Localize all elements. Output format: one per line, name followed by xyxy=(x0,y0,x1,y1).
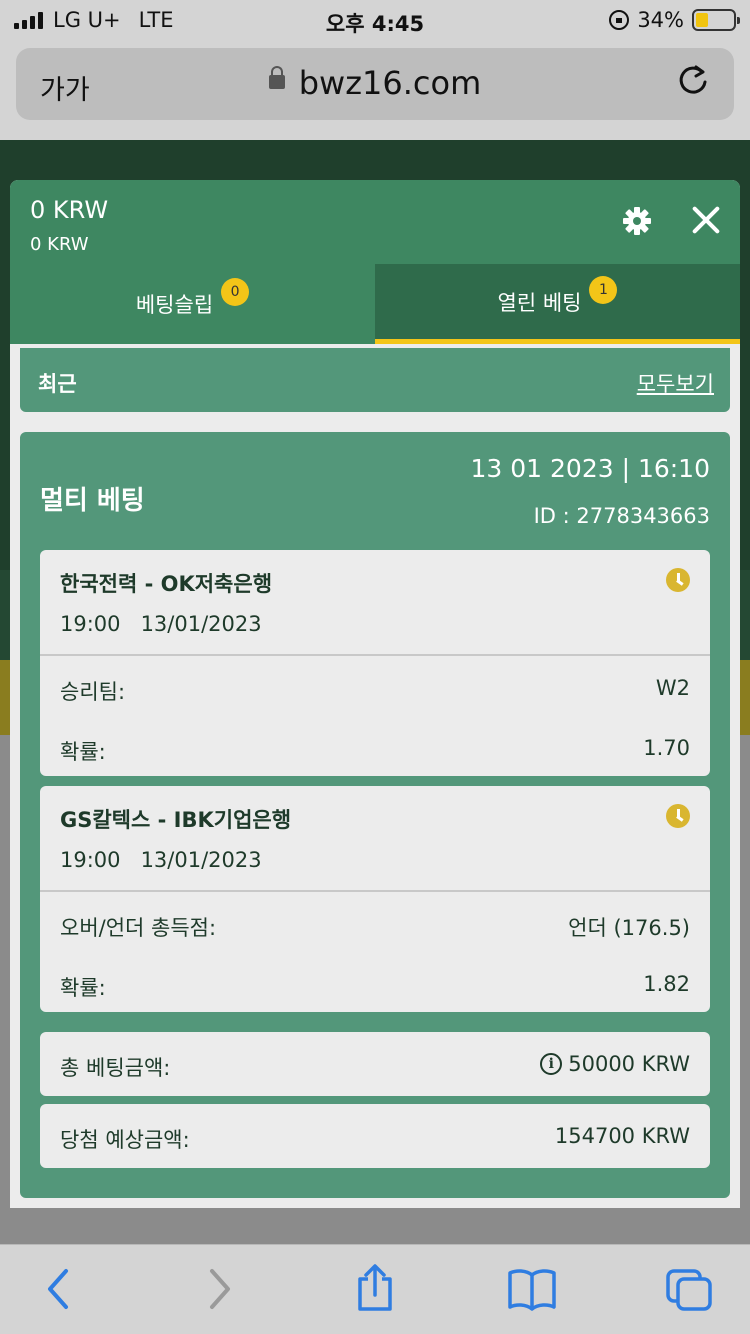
tab-open-bets[interactable]: 열린 베팅 1 xyxy=(375,264,740,344)
bet-card: 멀티 베팅 13 01 2023 | 16:10 ID : 2778343663… xyxy=(20,432,730,1198)
bet-event: GS칼텍스 - IBK기업은행 19:00 13/01/2023 오버/언더 총… xyxy=(40,786,710,1012)
battery-icon xyxy=(692,9,740,31)
browser-toolbar xyxy=(0,1244,750,1334)
status-bar: LG U+ LTE 오후 4:45 34% xyxy=(0,0,750,40)
odds-label: 확률: xyxy=(60,740,106,764)
balance-main: 0 KRW xyxy=(30,196,109,224)
reload-icon[interactable] xyxy=(674,62,712,104)
open-bets-panel: 최근 모두보기 멀티 베팅 13 01 2023 | 16:10 ID : 27… xyxy=(10,344,740,1208)
market-label: 오버/언더 총득점: xyxy=(60,916,217,940)
tabs-icon[interactable] xyxy=(664,1267,714,1317)
clock-icon xyxy=(666,568,690,592)
odds-value: 1.82 xyxy=(643,972,690,996)
bet-event: 한국전력 - OK저축은행 19:00 13/01/2023 승리팀: W2 확… xyxy=(40,550,710,776)
gear-icon[interactable] xyxy=(622,206,652,240)
close-icon[interactable] xyxy=(690,204,722,236)
info-icon[interactable]: i xyxy=(540,1053,563,1075)
total-stake-row: 총 베팅금액: i 50000 KRW xyxy=(40,1032,710,1096)
browser-address-area: 가가 bwz16.com xyxy=(0,40,750,140)
tab-betslip-count: 0 xyxy=(221,278,250,306)
potential-win-value: 154700 KRW xyxy=(554,1124,690,1148)
rotation-lock-icon xyxy=(609,10,630,30)
tab-betslip-label: 베팅슬립 xyxy=(135,293,214,317)
event-date: 13/01/2023 xyxy=(140,848,262,872)
betslip-modal: 0 KRW 0 KRW 베팅슬립 0 열린 베팅 1 최근 모두보기 멀티 베팅… xyxy=(10,180,740,1208)
betslip-header: 0 KRW 0 KRW xyxy=(10,180,740,264)
recent-bar: 최근 모두보기 xyxy=(20,348,730,412)
tab-betslip[interactable]: 베팅슬립 0 xyxy=(10,264,375,344)
view-all-link[interactable]: 모두보기 xyxy=(637,368,714,398)
odds-label: 확률: xyxy=(60,976,106,1000)
address-bar[interactable]: 가가 bwz16.com xyxy=(16,48,734,120)
event-time: 19:00 xyxy=(60,612,121,636)
event-date: 13/01/2023 xyxy=(140,612,262,636)
recent-label: 최근 xyxy=(38,372,77,396)
market-value: W2 xyxy=(655,676,690,700)
lock-icon xyxy=(268,66,285,89)
balance-sub: 0 KRW xyxy=(30,234,89,255)
event-name: GS칼텍스 - IBK기업은행 xyxy=(60,808,292,832)
url-text[interactable]: bwz16.com xyxy=(299,64,482,102)
total-stake-label: 총 베팅금액: xyxy=(60,1056,171,1080)
odds-value: 1.70 xyxy=(643,736,690,760)
event-time: 19:00 xyxy=(60,848,121,872)
bet-datetime: 13 01 2023 | 16:10 xyxy=(470,454,710,483)
book-icon[interactable] xyxy=(506,1267,558,1315)
total-stake-value: 50000 KRW xyxy=(568,1052,690,1076)
tab-open-bets-count: 1 xyxy=(589,275,618,304)
bet-title: 멀티 베팅 xyxy=(40,486,145,516)
divider xyxy=(40,890,710,892)
chevron-right-icon[interactable] xyxy=(204,1267,236,1315)
event-name: 한국전력 - OK저축은행 xyxy=(60,572,273,596)
divider xyxy=(40,654,710,656)
potential-win-row: 당첨 예상금액: 154700 KRW xyxy=(40,1104,710,1168)
bet-id: ID : 2778343663 xyxy=(533,504,710,528)
market-value: 언더 (176.5) xyxy=(568,916,690,940)
market-label: 승리팀: xyxy=(60,680,126,704)
clock-icon xyxy=(666,804,690,828)
battery-percent: 34% xyxy=(637,8,684,32)
share-icon[interactable] xyxy=(354,1263,396,1317)
chevron-left-icon[interactable] xyxy=(42,1267,74,1315)
betslip-tabs: 베팅슬립 0 열린 베팅 1 xyxy=(10,264,740,344)
potential-win-label: 당첨 예상금액: xyxy=(60,1128,190,1152)
tab-open-bets-label: 열린 베팅 xyxy=(497,290,582,315)
